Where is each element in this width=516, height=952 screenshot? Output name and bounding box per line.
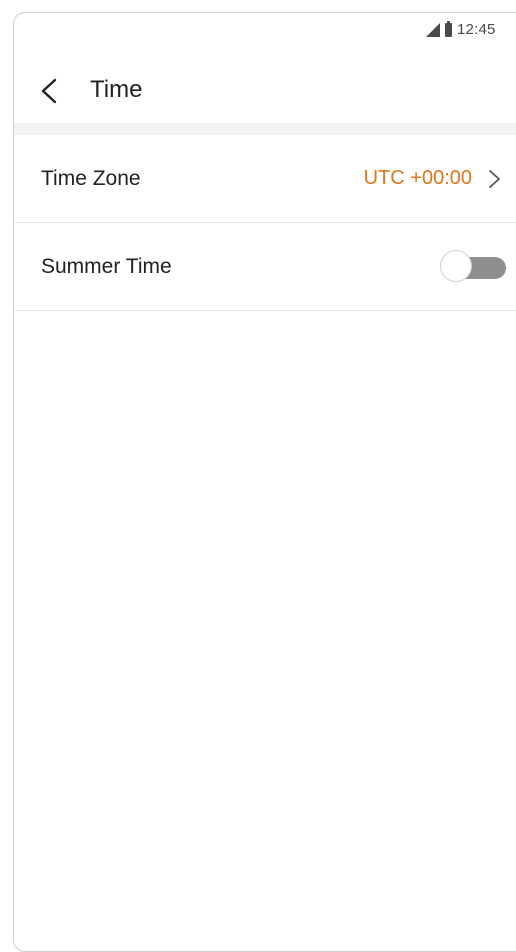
time-zone-label: Time Zone xyxy=(41,166,141,190)
signal-icon xyxy=(426,22,440,37)
settings-list: Time Zone UTC +00:00 Summer Time xyxy=(14,135,516,311)
toggle-knob xyxy=(440,249,472,282)
status-time: 12:45 xyxy=(457,21,496,38)
time-zone-row[interactable]: Time Zone UTC +00:00 xyxy=(14,135,516,223)
app-bar: Time xyxy=(14,57,516,123)
chevron-right-icon xyxy=(482,167,506,191)
summer-time-label: Summer Time xyxy=(41,254,172,278)
battery-icon xyxy=(445,20,452,37)
status-bar: 12:45 xyxy=(14,13,516,49)
summer-time-toggle[interactable] xyxy=(440,249,506,284)
back-chevron-icon[interactable] xyxy=(32,70,72,110)
page-title: Time xyxy=(90,76,143,103)
summer-time-row: Summer Time xyxy=(14,223,516,311)
section-divider xyxy=(14,123,516,135)
status-icons: 12:45 xyxy=(426,20,496,38)
time-zone-value: UTC +00:00 xyxy=(363,167,472,189)
phone-screen: 12:45 Time Time Zone UTC +00:00 Summer T… xyxy=(13,12,516,952)
time-zone-value-group: UTC +00:00 xyxy=(364,167,506,191)
